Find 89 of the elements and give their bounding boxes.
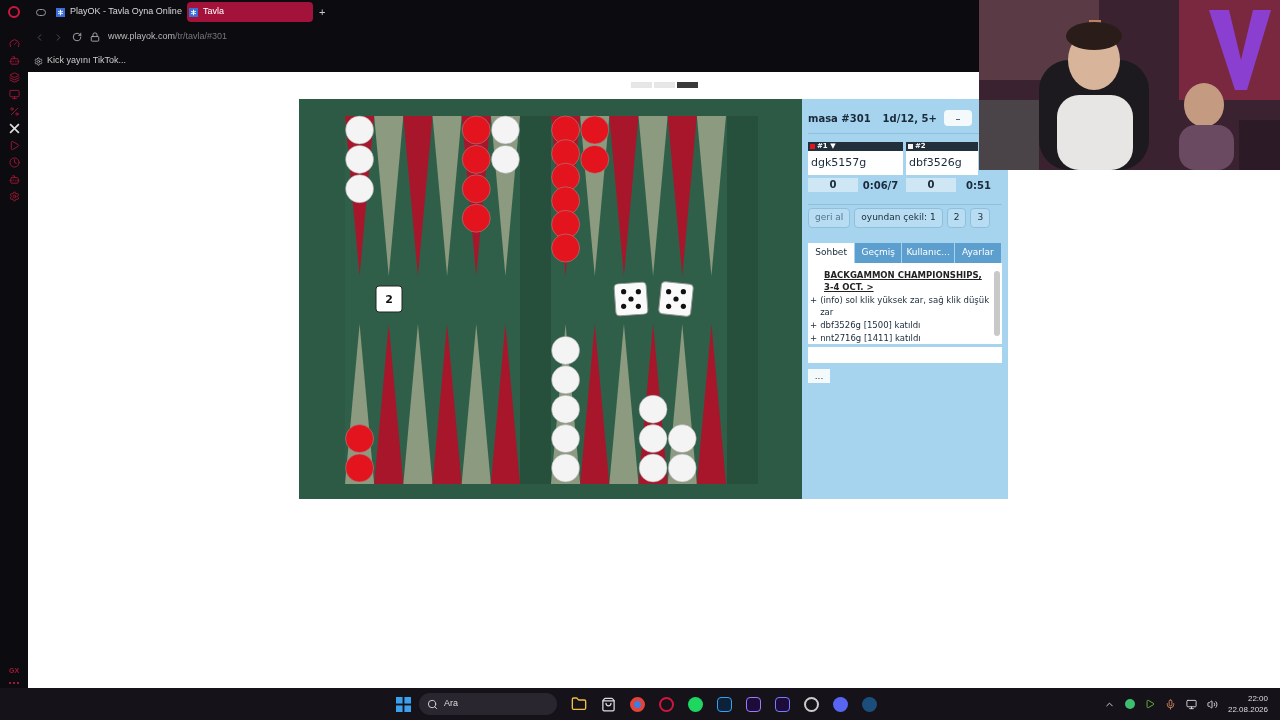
checker[interactable] xyxy=(462,145,491,174)
checker[interactable] xyxy=(551,233,580,263)
doubling-cube[interactable]: 2 xyxy=(375,285,403,313)
bullet: + xyxy=(810,294,818,307)
folder-icon[interactable] xyxy=(571,696,587,712)
obs-icon[interactable] xyxy=(804,696,819,712)
new-tab-button[interactable]: + xyxy=(318,3,326,21)
checker[interactable] xyxy=(462,115,491,145)
checker[interactable] xyxy=(551,453,580,483)
tray-play-icon[interactable] xyxy=(1144,699,1155,709)
checker[interactable] xyxy=(638,453,668,483)
checker[interactable] xyxy=(668,453,697,483)
bullet: + xyxy=(810,319,818,331)
chat-input[interactable] xyxy=(808,347,1002,363)
opera-logo-icon[interactable] xyxy=(8,6,20,18)
store-icon[interactable] xyxy=(601,696,616,712)
checker[interactable] xyxy=(462,203,491,233)
player-clock: 0:51 xyxy=(965,178,992,193)
game-settings: 1d/12, 5+ xyxy=(882,111,937,126)
network-icon[interactable] xyxy=(1185,698,1197,710)
checker[interactable] xyxy=(345,174,374,204)
game-button[interactable]: 2 xyxy=(946,208,967,228)
taskbar-search[interactable]: Ara xyxy=(419,693,557,715)
browser-tab[interactable]: PlayOK - Tavla Oyna Online xyxy=(54,2,184,22)
die[interactable] xyxy=(613,281,649,317)
player-clock: 0:06/7 xyxy=(861,178,900,193)
photoshop-icon[interactable] xyxy=(717,696,732,712)
clock-time: 22:00 xyxy=(1247,693,1268,704)
clock-date: 22.08.2026 xyxy=(1227,704,1268,715)
checker[interactable] xyxy=(345,453,374,483)
tab-title: Tavla xyxy=(202,5,224,19)
checker[interactable] xyxy=(668,424,697,453)
scrollbar[interactable] xyxy=(994,271,1000,336)
chat-message: nnt2716g [1411] katıldı xyxy=(820,332,921,344)
minimize-button[interactable]: – xyxy=(944,110,972,126)
checker[interactable] xyxy=(580,145,609,174)
checker[interactable] xyxy=(551,210,580,239)
checker[interactable] xyxy=(551,336,580,365)
discord-icon[interactable] xyxy=(833,696,848,712)
news-link[interactable]: BACKGAMMON CHAMPIONSHIPS, 3-4 OCT. > xyxy=(824,269,994,293)
browser-tab[interactable]: Tavla xyxy=(186,2,313,22)
player-name[interactable]: dbf3526g xyxy=(906,151,978,175)
volume-icon[interactable] xyxy=(1206,698,1218,710)
reload-icon[interactable] xyxy=(72,32,82,42)
checker[interactable] xyxy=(551,365,580,395)
checker[interactable] xyxy=(345,145,374,174)
asterisk-favicon-icon xyxy=(188,7,198,17)
checker[interactable] xyxy=(491,145,520,174)
checker[interactable] xyxy=(638,394,668,424)
windows-start-icon[interactable] xyxy=(396,696,411,712)
tab-title: PlayOK - Tavla Oyna Online xyxy=(70,5,182,19)
spotify-icon[interactable] xyxy=(688,696,703,712)
score-box: 0 xyxy=(808,178,858,192)
die[interactable] xyxy=(657,280,695,318)
page-indicator[interactable] xyxy=(676,82,698,88)
bookmark[interactable]: Kick yayını TikTok... xyxy=(47,54,127,68)
table-name: masa #301 xyxy=(808,111,871,126)
media-encoder-icon[interactable] xyxy=(775,696,790,712)
checker[interactable] xyxy=(345,424,374,453)
premiere-icon[interactable] xyxy=(746,696,761,712)
panel-tab[interactable]: Sohbet xyxy=(808,243,856,263)
search-label: Ara xyxy=(444,697,458,711)
chrome-icon[interactable] xyxy=(630,696,645,712)
checker[interactable] xyxy=(551,115,580,145)
game-button[interactable]: 3 xyxy=(970,208,991,228)
chat-message: dbf3526g [1500] katıldı xyxy=(820,319,921,331)
lock-icon xyxy=(90,32,100,42)
checker[interactable] xyxy=(580,115,609,145)
checker[interactable] xyxy=(551,394,580,424)
checker[interactable] xyxy=(491,115,520,145)
search-icon xyxy=(427,698,438,710)
checker[interactable] xyxy=(551,162,580,192)
tray-status-icon[interactable] xyxy=(1124,699,1135,709)
x-logo-icon[interactable] xyxy=(8,123,20,134)
opera-icon[interactable] xyxy=(659,696,674,712)
checker[interactable] xyxy=(345,115,374,145)
checker[interactable] xyxy=(638,424,668,453)
score-box: 0 xyxy=(906,178,956,192)
gear-icon xyxy=(34,56,43,66)
checker[interactable] xyxy=(462,174,491,204)
more-button[interactable]: ... xyxy=(808,369,830,383)
checker[interactable] xyxy=(551,424,580,453)
asterisk-favicon-icon xyxy=(56,7,65,17)
address-field[interactable]: www.playok.com/tr/tavla/#301 xyxy=(108,30,228,44)
bullet: + xyxy=(810,332,818,344)
player-name[interactable]: dgk5157g xyxy=(808,151,903,175)
checker[interactable] xyxy=(551,139,580,168)
microphone-icon[interactable] xyxy=(1164,698,1176,710)
game-button[interactable]: oyundan çekil: 1 xyxy=(854,208,943,228)
